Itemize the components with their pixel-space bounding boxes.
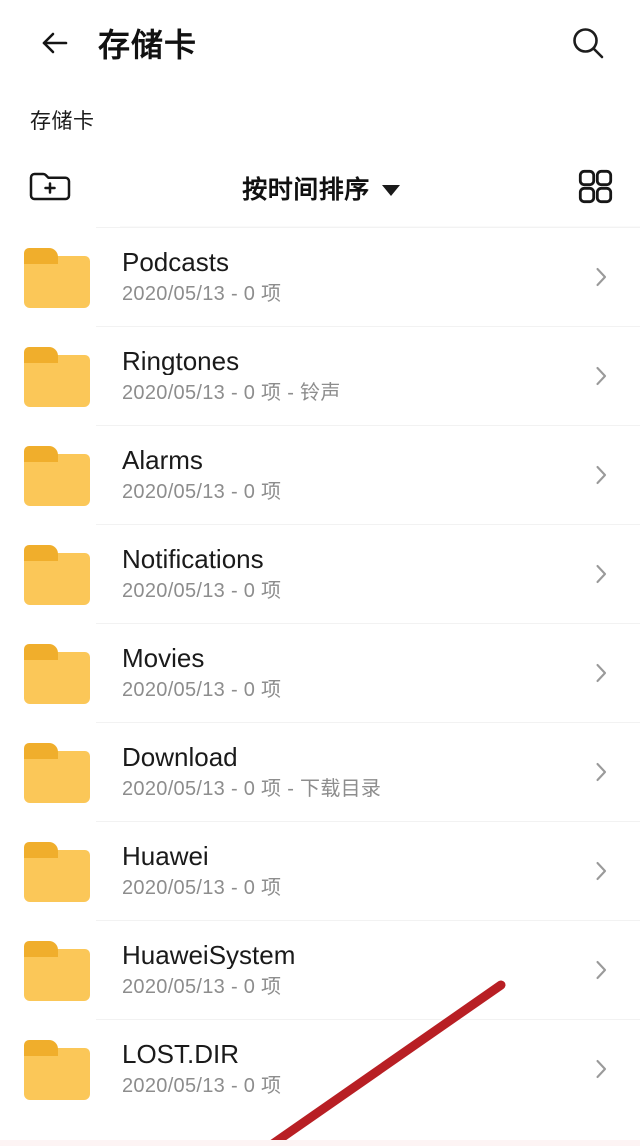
list-item[interactable]: Alarms 2020/05/13 - 0 项	[0, 425, 640, 524]
new-folder-icon	[26, 164, 74, 213]
folder-icon	[24, 1038, 96, 1100]
list-item-text: Download 2020/05/13 - 0 项 - 下载目录	[122, 743, 576, 801]
chevron-right-icon[interactable]	[586, 856, 616, 886]
list-item-meta: 2020/05/13 - 0 项	[122, 580, 282, 603]
folder-icon-tab	[24, 346, 58, 363]
file-list[interactable]: Podcasts 2020/05/13 - 0 项 Ringtones 2020/05…	[0, 226, 640, 1118]
list-item-name: LOST.DIR	[122, 1039, 240, 1069]
list-item-text: HuaweiSystem 2020/05/13 - 0 项	[122, 941, 576, 999]
list-item-name: Download	[122, 742, 238, 772]
list-item-text: LOST.DIR 2020/05/13 - 0 项	[122, 1040, 576, 1098]
folder-icon-tab	[24, 445, 58, 462]
chevron-right-icon[interactable]	[586, 262, 616, 292]
back-button[interactable]	[28, 19, 80, 71]
app-bar: 存储卡	[0, 0, 640, 90]
grid-view-button[interactable]	[556, 165, 616, 212]
search-icon	[567, 22, 609, 69]
folder-icon	[24, 642, 96, 704]
search-button[interactable]	[562, 19, 614, 71]
folder-icon	[24, 741, 96, 803]
grid-view-icon	[574, 165, 616, 212]
list-item-name: Notifications	[122, 544, 264, 574]
list-item-meta: 2020/05/13 - 0 项	[122, 679, 282, 702]
list-item-name: HuaweiSystem	[122, 940, 296, 970]
list-item[interactable]: Download 2020/05/13 - 0 项 - 下载目录	[0, 722, 640, 821]
list-item-text: Notifications 2020/05/13 - 0 项	[122, 545, 576, 603]
chevron-right-icon[interactable]	[586, 658, 616, 688]
folder-icon-tab	[24, 247, 58, 264]
folder-icon	[24, 543, 96, 605]
sort-selector[interactable]: 按时间排序	[86, 170, 556, 206]
list-item-meta: 2020/05/13 - 0 项 - 铃声	[122, 382, 341, 405]
folder-icon	[24, 444, 96, 506]
folder-icon	[24, 939, 96, 1001]
list-item[interactable]: Ringtones 2020/05/13 - 0 项 - 铃声	[0, 326, 640, 425]
folder-icon	[24, 840, 96, 902]
folder-icon-tab	[24, 742, 58, 759]
list-item-name: Movies	[122, 643, 205, 673]
list-item-name: Podcasts	[122, 247, 229, 277]
list-item-name: Huawei	[122, 841, 209, 871]
file-manager-screen: 存储卡 存储卡 按时间排序 Podcasts 2020/05/13 - 0 项 …	[0, 0, 640, 1146]
chevron-right-icon[interactable]	[586, 559, 616, 589]
chevron-right-icon[interactable]	[586, 955, 616, 985]
list-item[interactable]: LOST.DIR 2020/05/13 - 0 项	[0, 1019, 640, 1118]
list-item-meta: 2020/05/13 - 0 项 - 下载目录	[122, 778, 382, 801]
list-item-name: Alarms	[122, 445, 203, 475]
list-item-text: Huawei 2020/05/13 - 0 项	[122, 842, 576, 900]
list-item-text: Ringtones 2020/05/13 - 0 项 - 铃声	[122, 347, 576, 405]
list-item-text: Movies 2020/05/13 - 0 项	[122, 644, 576, 702]
bottom-edge-tint	[0, 1140, 640, 1146]
list-item-meta: 2020/05/13 - 0 项	[122, 976, 282, 999]
chevron-down-icon	[381, 184, 400, 196]
list-item-meta: 2020/05/13 - 0 项	[122, 481, 282, 504]
folder-icon-tab	[24, 544, 58, 561]
folder-icon-tab	[24, 940, 58, 957]
list-item-text: Alarms 2020/05/13 - 0 项	[122, 446, 576, 504]
breadcrumb-item-root[interactable]: 存储卡	[30, 105, 95, 135]
list-item-text: Podcasts 2020/05/13 - 0 项	[122, 248, 576, 306]
list-item[interactable]: Huawei 2020/05/13 - 0 项	[0, 821, 640, 920]
list-item-meta: 2020/05/13 - 0 项	[122, 877, 282, 900]
folder-icon-tab	[24, 643, 58, 660]
chevron-right-icon[interactable]	[586, 1054, 616, 1084]
new-folder-button[interactable]	[26, 164, 86, 213]
list-item-meta: 2020/05/13 - 0 项	[122, 283, 282, 306]
folder-icon	[24, 345, 96, 407]
arrow-left-icon	[34, 23, 74, 68]
list-item[interactable]: Podcasts 2020/05/13 - 0 项	[0, 227, 640, 326]
list-toolbar: 按时间排序	[0, 150, 640, 226]
page-title: 存储卡	[98, 27, 198, 63]
folder-icon-tab	[24, 841, 58, 858]
sort-label: 按时间排序	[242, 176, 370, 204]
folder-icon	[24, 246, 96, 308]
list-item-name: Ringtones	[122, 346, 240, 376]
list-item[interactable]: Movies 2020/05/13 - 0 项	[0, 623, 640, 722]
breadcrumb: 存储卡	[0, 90, 640, 150]
list-item[interactable]: HuaweiSystem 2020/05/13 - 0 项	[0, 920, 640, 1019]
chevron-right-icon[interactable]	[586, 757, 616, 787]
folder-icon-tab	[24, 1039, 58, 1056]
chevron-right-icon[interactable]	[586, 361, 616, 391]
list-item[interactable]: Notifications 2020/05/13 - 0 项	[0, 524, 640, 623]
list-item-meta: 2020/05/13 - 0 项	[122, 1075, 282, 1098]
chevron-right-icon[interactable]	[586, 460, 616, 490]
